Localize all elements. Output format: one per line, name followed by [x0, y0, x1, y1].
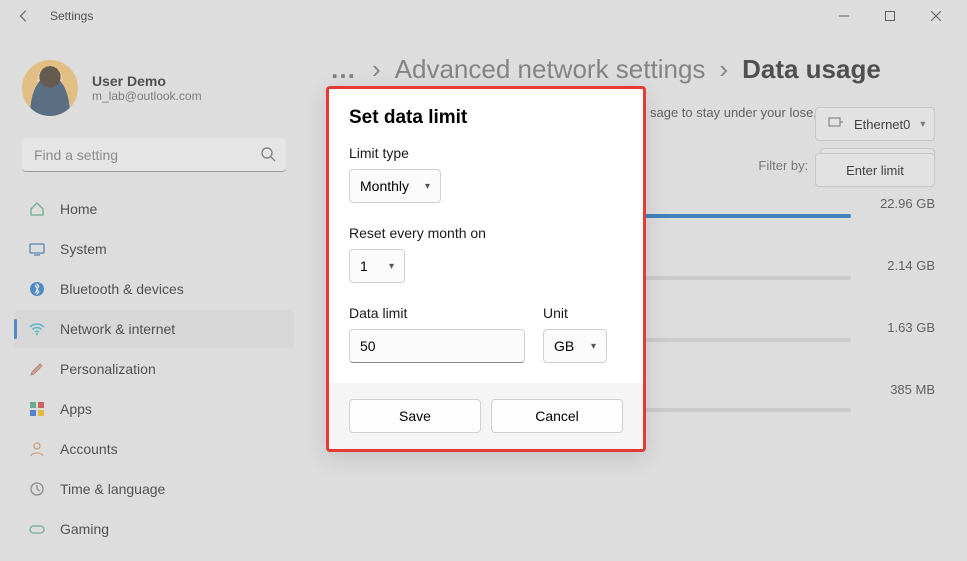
limit-type-dropdown[interactable]: Monthly ▾	[349, 169, 441, 203]
unit-dropdown[interactable]: GB ▾	[543, 329, 607, 363]
reset-day-value: 1	[360, 258, 368, 274]
set-data-limit-dialog: Set data limit Limit type Monthly ▾ Rese…	[326, 86, 646, 452]
unit-value: GB	[554, 338, 574, 354]
unit-label: Unit	[543, 305, 623, 321]
chevron-down-icon: ▾	[389, 261, 394, 272]
chevron-down-icon: ▾	[425, 181, 430, 192]
limit-type-label: Limit type	[349, 145, 623, 161]
data-limit-label: Data limit	[349, 305, 525, 321]
chevron-down-icon: ▾	[591, 341, 596, 352]
reset-day-label: Reset every month on	[349, 225, 623, 241]
dialog-title: Set data limit	[349, 107, 623, 129]
data-limit-input[interactable]	[349, 329, 525, 363]
save-button[interactable]: Save	[349, 399, 481, 433]
cancel-button[interactable]: Cancel	[491, 399, 623, 433]
reset-day-dropdown[interactable]: 1 ▾	[349, 249, 405, 283]
limit-type-value: Monthly	[360, 178, 409, 194]
